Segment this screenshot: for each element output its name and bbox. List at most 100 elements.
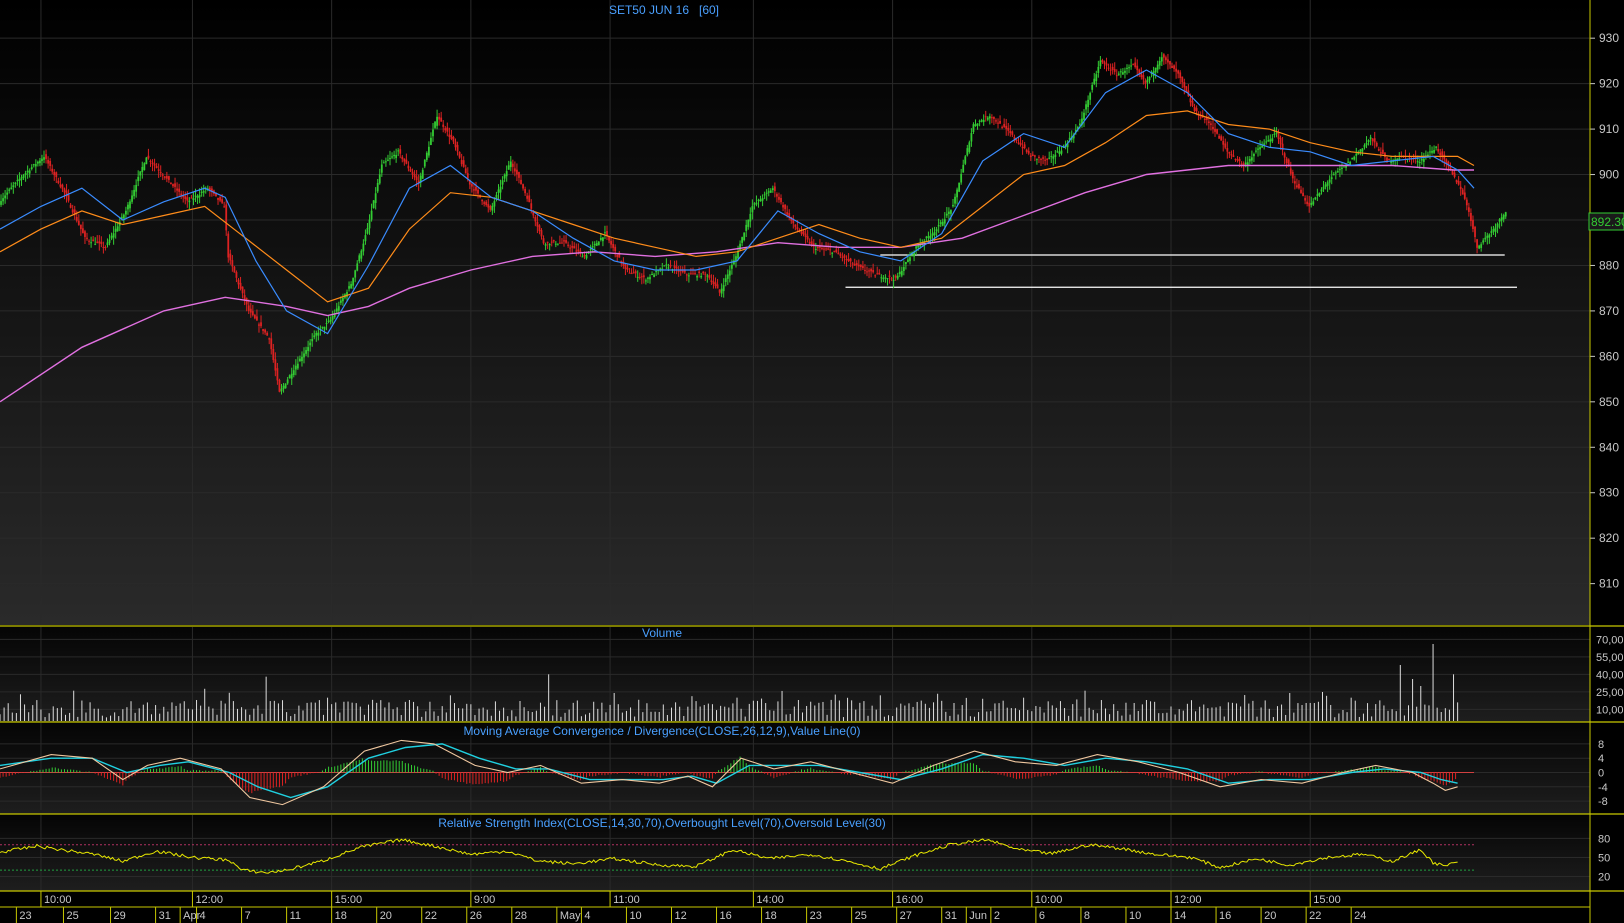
candle-body — [110, 235, 113, 239]
candle-body — [767, 191, 770, 193]
candle-body — [20, 177, 23, 180]
candle-body — [681, 270, 684, 273]
candle-body — [249, 308, 252, 313]
candle-body — [1457, 180, 1460, 185]
candle-body — [57, 180, 60, 184]
candle-body — [851, 263, 854, 265]
candle-body — [1089, 93, 1092, 100]
candle-body — [898, 271, 901, 275]
candle-body — [1214, 128, 1216, 132]
candle-body — [329, 319, 332, 322]
candle-body — [227, 233, 230, 258]
candle-body — [1306, 201, 1309, 205]
candle-body — [626, 267, 629, 270]
candle-body — [313, 335, 316, 338]
candle-body — [288, 375, 291, 379]
date-tick-label: 20 — [380, 910, 392, 922]
candle-body — [403, 158, 406, 162]
candle-body — [751, 206, 754, 213]
candle-body — [391, 156, 393, 158]
candle-body — [1021, 146, 1024, 149]
candle-body — [67, 194, 70, 201]
candle-body — [1439, 152, 1442, 156]
candle-body — [395, 154, 398, 159]
candle-body — [337, 306, 340, 311]
candle-body — [1033, 155, 1036, 157]
candle-body — [1218, 135, 1221, 139]
candle-body — [1355, 153, 1358, 156]
candle-body — [1494, 227, 1497, 232]
candle-body — [1040, 158, 1042, 160]
candle-body — [315, 333, 318, 336]
candle-body — [1044, 159, 1047, 161]
candle-body — [784, 204, 787, 210]
hour-tick-label: 12:00 — [1174, 894, 1202, 906]
candle-body — [69, 204, 72, 208]
price-tick-label: 870 — [1599, 304, 1619, 318]
last-price-tag: 892.30 — [1588, 212, 1624, 231]
volume-panel-title: Volume — [642, 626, 682, 640]
candle-body — [1255, 150, 1257, 152]
candle-body — [294, 365, 297, 370]
candle-body — [814, 249, 817, 251]
candle-body — [655, 271, 658, 273]
candle-body — [1093, 78, 1096, 84]
candle-body — [1167, 59, 1169, 63]
candle-body — [624, 264, 627, 269]
candle-body — [1359, 149, 1362, 152]
candle-body — [786, 212, 789, 215]
candle-body — [1285, 158, 1288, 164]
candle-body — [1347, 161, 1349, 163]
candle-body — [356, 263, 359, 271]
candle-body — [1310, 202, 1313, 205]
candle-body — [1314, 197, 1317, 200]
candle-body — [1269, 139, 1272, 142]
candle-body — [172, 184, 174, 187]
candle-body — [448, 134, 451, 137]
candle-body — [1083, 112, 1085, 121]
candle-body — [1195, 108, 1198, 112]
candle-body — [1318, 192, 1321, 196]
candle-body — [432, 129, 434, 137]
candle-body — [1132, 64, 1135, 66]
candle-body — [577, 249, 580, 252]
candle-body — [1005, 125, 1008, 129]
candle-body — [143, 163, 146, 171]
candle-body — [1136, 65, 1139, 71]
candle-body — [769, 190, 772, 193]
candle-body — [139, 171, 142, 176]
candle-body — [137, 176, 140, 182]
candle-body — [1244, 162, 1247, 165]
candle-body — [1259, 147, 1261, 150]
candle-body — [712, 281, 715, 285]
candle-body — [915, 246, 918, 249]
candle-body — [702, 271, 705, 274]
candle-body — [536, 221, 539, 227]
candle-body — [778, 196, 780, 200]
candle-body — [153, 163, 156, 166]
candle-body — [1173, 65, 1175, 69]
candle-body — [1330, 177, 1333, 180]
stock-chart[interactable]: 9309209109008908808708608508408308208107… — [0, 0, 1624, 923]
candle-body — [990, 117, 993, 119]
candle-body — [900, 270, 903, 276]
candle-body — [1300, 189, 1302, 193]
date-tick-label: 20 — [1264, 910, 1276, 922]
candle-body — [165, 175, 168, 179]
candle-body — [1142, 75, 1145, 80]
candle-body — [683, 270, 686, 273]
date-tick-label: 6 — [1039, 910, 1045, 922]
candle-body — [763, 194, 766, 196]
candle-body — [100, 241, 103, 245]
candle-body — [1019, 142, 1022, 146]
candle-body — [597, 241, 600, 246]
candle-body — [61, 184, 64, 189]
candle-body — [1484, 237, 1487, 240]
candle-body — [954, 196, 956, 204]
candle-body — [804, 233, 807, 238]
candle-body — [1478, 245, 1481, 249]
candle-body — [1298, 183, 1300, 189]
candle-body — [127, 204, 129, 210]
candle-body — [53, 171, 56, 176]
candle-body — [178, 188, 181, 192]
